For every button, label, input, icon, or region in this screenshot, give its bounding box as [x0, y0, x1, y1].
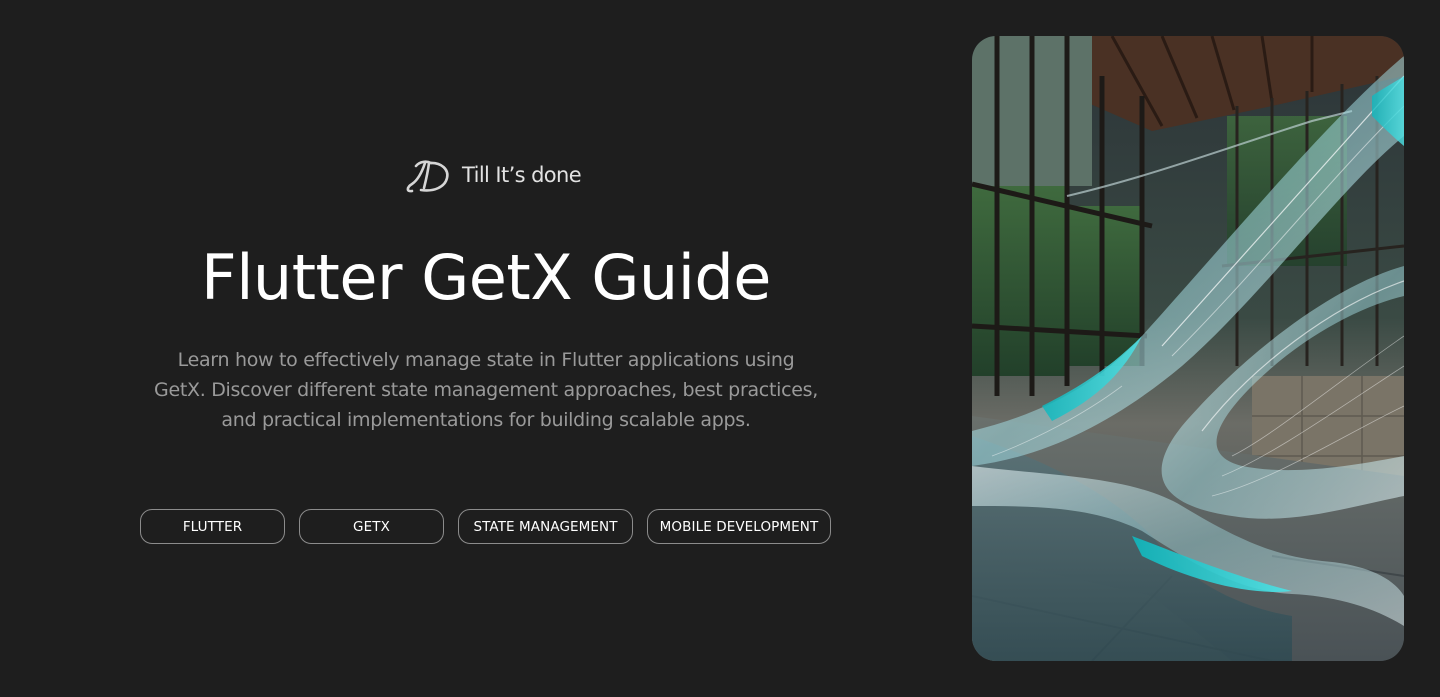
page-description: Learn how to effectively manage state in…: [154, 349, 818, 431]
tag-flutter[interactable]: FLUTTER: [140, 509, 285, 544]
hero-content: Till It’s done Flutter GetX Guide Learn …: [0, 0, 972, 697]
tag-list: FLUTTER GETX STATE MANAGEMENT MOBILE DEV…: [140, 509, 831, 544]
tag-state-management[interactable]: STATE MANAGEMENT: [458, 509, 633, 544]
page-title: Flutter GetX Guide: [201, 241, 771, 314]
tag-mobile-development[interactable]: MOBILE DEVELOPMENT: [647, 509, 831, 544]
td-monogram-icon: [406, 160, 449, 193]
brand-name: Till It’s done: [462, 163, 582, 187]
glass-sculpture-illustration: [972, 36, 1404, 661]
tag-getx[interactable]: GETX: [299, 509, 444, 544]
hero-image: [972, 36, 1404, 661]
brand[interactable]: Till It’s done: [404, 154, 582, 196]
